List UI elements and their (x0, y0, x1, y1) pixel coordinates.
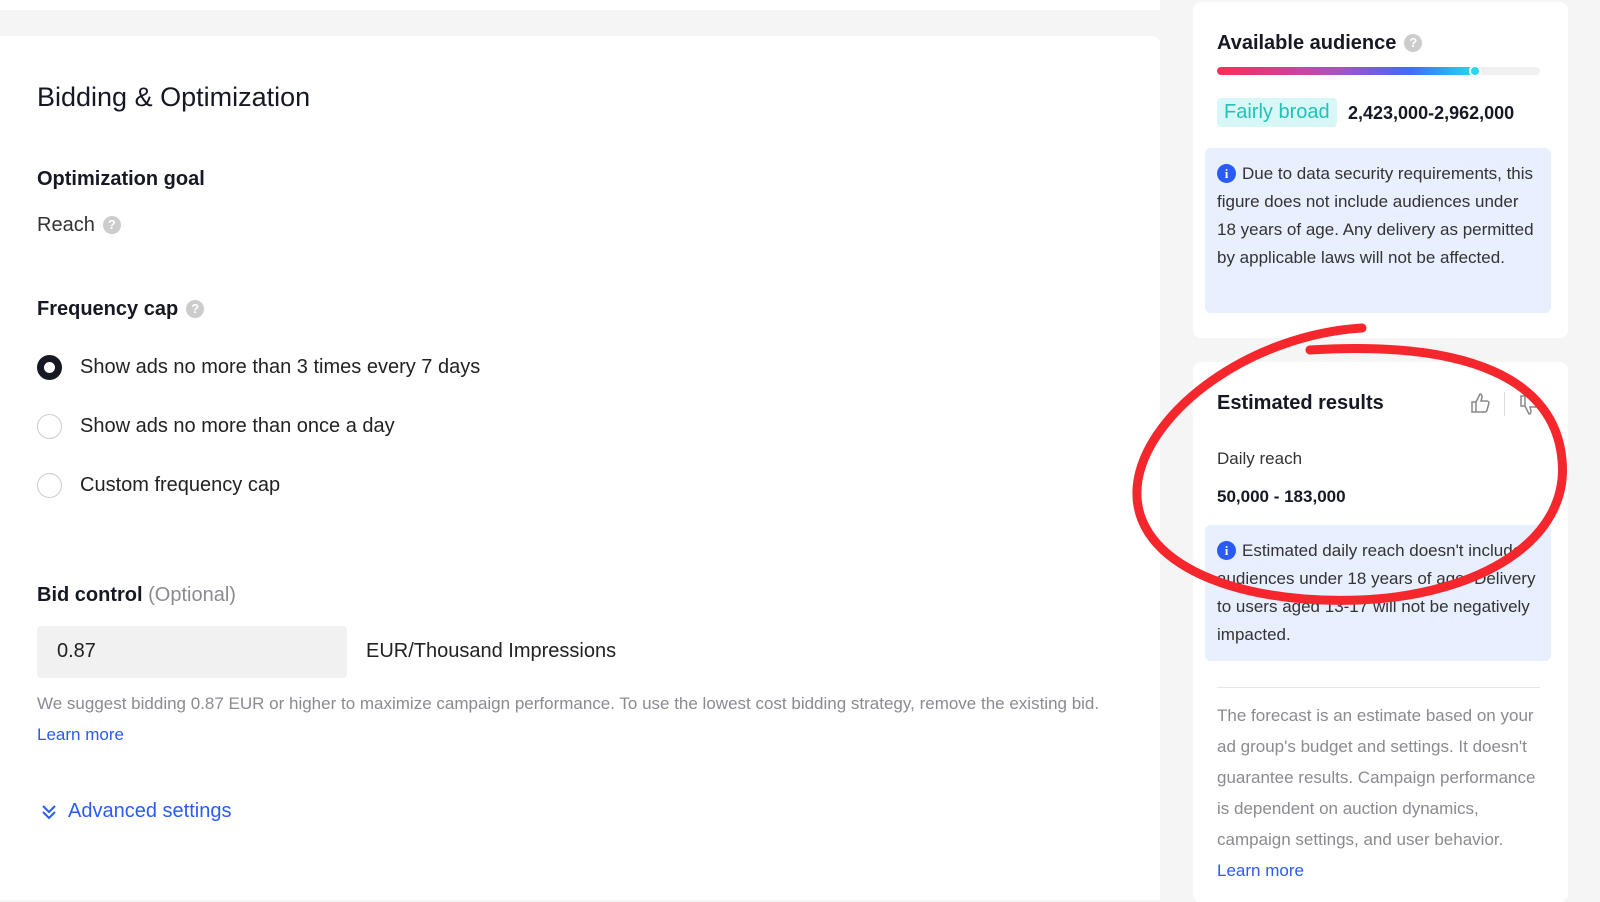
red-circle-annotation (1132, 323, 1567, 605)
